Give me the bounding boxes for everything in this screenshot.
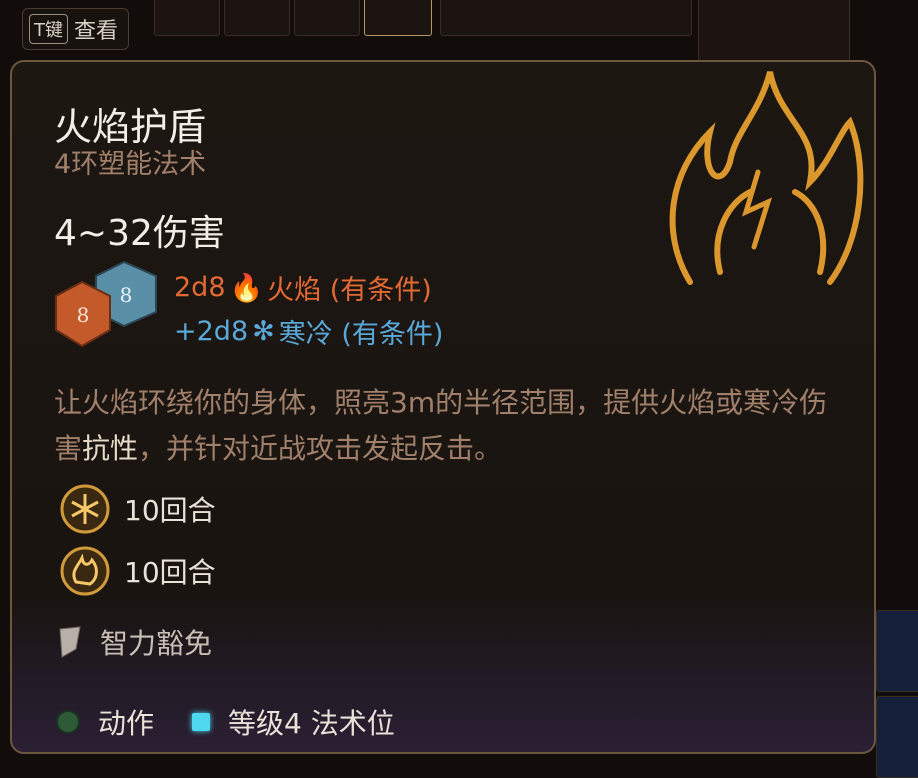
hotbar-slot[interactable] (440, 0, 692, 36)
cold-damage-line: +2d8 ✻ 寒冷 (有条件) (174, 312, 443, 351)
resistance-keyword[interactable]: 抗性 (82, 432, 138, 465)
action-label: 动作 (98, 707, 155, 740)
cost-footer: 动作 等级4 法术位 (56, 702, 395, 742)
inspect-hint[interactable]: T键 查看 (22, 8, 130, 50)
spell-slot-label: 等级4 法术位 (228, 707, 395, 740)
hotbar-slot[interactable] (876, 610, 918, 692)
shield-icon (59, 626, 81, 658)
spell-description: 让火焰环绕你的身体，照亮3m的半径范围，提供火焰或寒冷伤害抗性，并针对近战攻击发… (54, 380, 854, 472)
fire-dice: 2d8 (174, 272, 226, 303)
fire-damage-type: 火焰 (有条件) (267, 275, 432, 306)
duration-row: 10回合 (60, 484, 216, 534)
duration-label: 10回合 (124, 556, 216, 589)
duration-row: 10回合 (60, 546, 216, 596)
fire-icon: 🔥 (229, 272, 264, 304)
action-icon (56, 710, 80, 734)
saving-throw-label: 智力豁免 (100, 627, 213, 660)
orange-die-value: 8 (77, 303, 90, 327)
inspect-label: 查看 (74, 19, 119, 44)
cold-dice: +2d8 (174, 316, 249, 347)
duration-label: 10回合 (124, 494, 216, 527)
spell-tooltip: 火焰护盾 4环塑能法术 4~32伤害 8 8 2d8 🔥 火焰 (有条件) +2… (10, 60, 876, 754)
hotbar-slot[interactable] (154, 0, 220, 36)
hotbar-slot[interactable] (224, 0, 290, 36)
saving-throw: 智力豁免 (54, 622, 212, 662)
fire-shield-icon (669, 71, 864, 285)
snowflake-icon: ✻ (252, 316, 275, 347)
fire-damage-line: 2d8 🔥 火焰 (有条件) (174, 268, 432, 307)
spell-slot-icon (192, 713, 211, 731)
hotbar-slot[interactable] (294, 0, 360, 36)
warm-shield-icon (60, 546, 110, 596)
hotbar-slot[interactable] (698, 0, 850, 62)
chill-shield-icon (60, 484, 110, 534)
cold-damage-type: 寒冷 (有条件) (278, 319, 444, 350)
damage-range: 4~32伤害 (54, 213, 225, 254)
hotbar-slot[interactable] (364, 0, 432, 36)
description-text-end: ，并针对近战攻击发起反击。 (138, 432, 503, 465)
dice-icon: 8 8 (55, 260, 157, 348)
blue-die-value: 8 (120, 283, 133, 307)
hotkey-badge: T键 (29, 14, 68, 44)
hotbar-slot[interactable] (876, 696, 918, 778)
spell-school: 4环塑能法术 (54, 149, 207, 180)
